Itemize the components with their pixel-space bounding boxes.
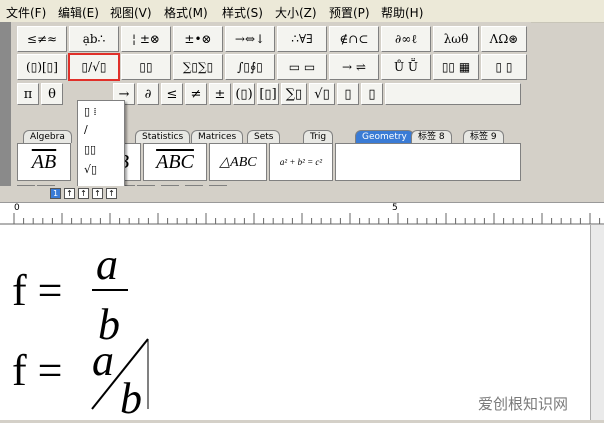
symbol-palette: ≤≠≈ ạb∴ ¦ ±⊗ ±•⊗ →⇔↓ ∴∀∃ ∉∩⊂ ∂∞ℓ λωθ ΛΩ⊛… <box>11 22 531 206</box>
subscript-template-button[interactable]: ▯ <box>337 83 359 105</box>
menu-format[interactable]: 格式(M) <box>164 4 208 21</box>
size-toolbar: 1 ↑ ↑ ↑ ↑ <box>0 186 604 202</box>
bracket-template-button[interactable]: [▯] <box>257 83 279 105</box>
tab-8[interactable]: 标签 8 <box>411 130 452 143</box>
dropdown-item-radical[interactable]: √▯ <box>84 163 97 176</box>
spaces-ellipses-button[interactable]: ạb∴ <box>69 26 119 52</box>
operator-symbols-button[interactable]: ±•⊗ <box>173 26 223 52</box>
integral-templates-button[interactable]: ∫▯∮▯ <box>225 54 275 80</box>
ruler-mark-5: 5 <box>392 203 398 213</box>
fraction-bar <box>92 289 128 291</box>
matrix-templates-button[interactable]: ▯▯ ▦ <box>433 54 479 80</box>
dropdown-item-fraction-full[interactable]: ▯ ⁞ <box>84 105 97 118</box>
ruler-mark-0: 0 <box>14 203 20 213</box>
greek-lowercase-button[interactable]: λωθ <box>433 26 479 52</box>
ruler: 0 5 <box>0 202 604 226</box>
pi-button[interactable]: π <box>17 83 39 105</box>
ruler-ticks <box>0 213 604 225</box>
logical-symbols-button[interactable]: ∴∀∃ <box>277 26 327 52</box>
sum-template-button[interactable]: ∑▯ <box>281 83 307 105</box>
summation-templates-button[interactable]: ∑▯∑▯ <box>173 54 223 80</box>
tab-sets[interactable]: Sets <box>247 130 281 143</box>
template-empty-area <box>335 143 521 181</box>
size-button-5[interactable]: ↑ <box>106 188 117 199</box>
vertical-scrollbar[interactable] <box>590 225 604 420</box>
size-button-4[interactable]: ↑ <box>92 188 103 199</box>
theta-button[interactable]: θ <box>41 83 63 105</box>
plus-minus-button[interactable]: ± <box>209 83 231 105</box>
tab-geometry[interactable]: Geometry <box>355 130 414 143</box>
watermark: 爱创根知识网 <box>477 395 568 413</box>
vector-ab-template[interactable]: AB <box>17 143 71 181</box>
tab-9[interactable]: 标签 9 <box>463 130 504 143</box>
box-templates-button[interactable]: ▯ ▯ <box>481 54 527 80</box>
menu-help[interactable]: 帮助(H) <box>381 4 423 21</box>
menu-edit[interactable]: 编辑(E) <box>58 4 99 21</box>
menu-view[interactable]: 视图(V) <box>110 4 152 21</box>
arrow-symbols-button[interactable]: →⇔↓ <box>225 26 275 52</box>
dropdown-item-fraction-slash[interactable]: ∕ <box>84 123 88 136</box>
tab-trig[interactable]: Trig <box>303 130 334 143</box>
embellishments-button[interactable]: ¦ ±⊗ <box>121 26 171 52</box>
superscript-template-button[interactable]: ▯ <box>361 83 383 105</box>
products-templates-button[interactable]: Ů Ṻ <box>381 54 431 80</box>
size-button-1[interactable]: 1 <box>50 188 61 199</box>
equation-document[interactable]: f = a b f = a b 爱创根知识网 <box>0 225 590 423</box>
equation-2-denominator: b <box>120 374 142 423</box>
tab-matrices[interactable]: Matrices <box>191 130 244 143</box>
menu-style[interactable]: 样式(S) <box>222 4 263 21</box>
equation-1-lhs: f = <box>12 266 63 315</box>
relational-symbols-button[interactable]: ≤≠≈ <box>17 26 67 52</box>
dropdown-item-fraction-small[interactable]: ▯▯ <box>84 143 96 156</box>
bar-templates-button[interactable]: ▭ ▭ <box>277 54 327 80</box>
set-theory-button[interactable]: ∉∩⊂ <box>329 26 379 52</box>
menu-bar: 文件(F) 编辑(E) 视图(V) 格式(M) 样式(S) 大小(Z) 预置(P… <box>0 0 604 23</box>
tab-algebra[interactable]: Algebra <box>23 130 72 143</box>
fence-templates-button[interactable]: (▯)[▯] <box>17 54 67 80</box>
menu-preferences[interactable]: 预置(P) <box>329 4 370 21</box>
menu-size[interactable]: 大小(Z) <box>275 4 317 21</box>
arc-abc-template[interactable]: ABC <box>143 143 207 181</box>
paren-template-button[interactable]: (▯) <box>233 83 255 105</box>
equation-2-lhs: f = <box>12 346 63 395</box>
greek-uppercase-button[interactable]: ΛΩ⊛ <box>481 26 527 52</box>
not-equal-button[interactable]: ≠ <box>185 83 207 105</box>
triangle-abc-template[interactable]: △ABC <box>209 143 267 181</box>
menu-file[interactable]: 文件(F) <box>6 4 46 21</box>
labeled-arrow-templates-button[interactable]: → ⇌ <box>329 54 379 80</box>
fraction-radical-templates-button[interactable]: ▯/√▯ <box>68 53 120 81</box>
subscript-templates-button[interactable]: ▯▯ <box>121 54 171 80</box>
left-strip <box>0 22 11 186</box>
size-button-3[interactable]: ↑ <box>78 188 89 199</box>
tab-statistics[interactable]: Statistics <box>135 130 191 143</box>
misc-symbols-button[interactable]: ∂∞ℓ <box>381 26 431 52</box>
blank-slot-button[interactable] <box>385 83 521 105</box>
sqrt-template-button[interactable]: √▯ <box>309 83 335 105</box>
pythagorean-template[interactable]: a² + b² = c² <box>269 143 333 181</box>
less-equal-button[interactable]: ≤ <box>161 83 183 105</box>
equation-1-numerator: a <box>96 240 118 289</box>
size-button-2[interactable]: ↑ <box>64 188 75 199</box>
partial-button[interactable]: ∂ <box>137 83 159 105</box>
